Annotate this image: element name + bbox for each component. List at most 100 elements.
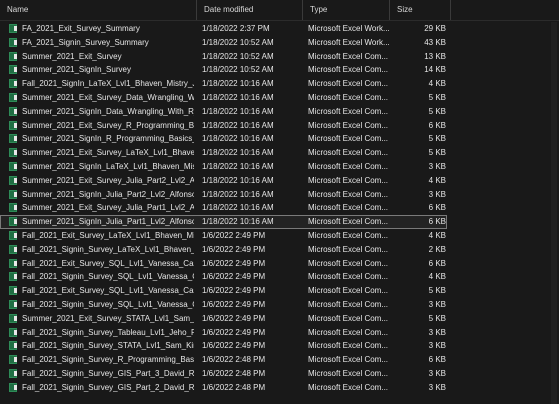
file-type: Microsoft Excel Com... — [308, 92, 389, 102]
file-size: 5 KB — [428, 313, 446, 323]
file-size: 3 KB — [428, 382, 446, 392]
file-row[interactable]: Fall_2021_Exit_Survey_SQL_Lvl1_Vanessa_C… — [0, 257, 559, 271]
excel-glyph-icon — [9, 286, 17, 296]
file-date-modified: 1/18/2022 10:16 AM — [202, 134, 274, 144]
file-type: Microsoft Excel Com... — [308, 299, 389, 309]
file-date-modified: 1/6/2022 2:49 PM — [202, 341, 266, 351]
file-type: Microsoft Excel Com... — [308, 189, 389, 199]
excel-glyph-icon — [9, 51, 17, 61]
file-name: Summer_2021_SignIn_R_Programming_Basics_… — [22, 134, 194, 144]
file-name: Fall_2021_Exit_Survey_LaTeX_Lvl1_Bhaven_… — [22, 230, 194, 240]
file-type: Microsoft Excel Com... — [308, 51, 389, 61]
column-header-type[interactable]: Type — [303, 0, 390, 20]
file-row[interactable]: Fall_2021_SignIn_LaTeX_Lvl1_Bhaven_Mistr… — [0, 77, 559, 91]
file-date-modified: 1/18/2022 10:16 AM — [202, 175, 274, 185]
file-row[interactable]: Fall_2021_Signin_Survey_R_Programming_Ba… — [0, 353, 559, 367]
excel-glyph-icon — [9, 65, 17, 75]
file-row[interactable]: Summer_2021_Exit_Survey_Julia_Part2_Lvl2… — [0, 174, 559, 188]
file-name: Fall_2021_Signin_Survey_R_Programming_Ba… — [22, 355, 194, 365]
column-header-size[interactable]: Size — [390, 0, 451, 20]
file-size: 4 KB — [428, 79, 446, 89]
file-date-modified: 1/6/2022 2:48 PM — [202, 382, 266, 392]
file-row[interactable]: FA_2021_Exit_Survey_Summary 1/18/2022 2:3… — [0, 22, 559, 36]
file-date-modified: 1/6/2022 2:49 PM — [202, 313, 266, 323]
file-row[interactable]: Fall_2021_Signin_Survey_STATA_Lvl1_Sam_K… — [0, 339, 559, 353]
file-size: 14 KB — [424, 65, 446, 75]
file-date-modified: 1/6/2022 2:48 PM — [202, 355, 266, 365]
file-name: Fall_2021_Exit_Survey_SQL_Lvl1_Vanessa_C… — [22, 258, 194, 268]
file-name: Fall_2021_Signin_Survey_LaTeX_Lvl1_Bhave… — [22, 244, 194, 254]
excel-glyph-icon — [9, 272, 17, 282]
file-row[interactable]: Summer_2021_Exit_Survey_Julia_Part1_Lvl2… — [0, 201, 559, 215]
file-row[interactable]: Summer_2021_Exit_Survey_R_Programming_Ba… — [0, 119, 559, 133]
file-name: Summer_2021_SignIn_LaTeX_Lvl1_Bhaven_Mis… — [22, 161, 194, 171]
excel-glyph-icon — [9, 217, 17, 227]
file-row[interactable]: Summer_2021_Exit_Survey_LaTeX_Lvl1_Bhave… — [0, 146, 559, 160]
excel-glyph-icon — [9, 382, 17, 392]
column-header-bar: Name Date modified Type Size — [0, 0, 559, 21]
file-row[interactable]: Fall_2021_Signin_Survey_SQL_Lvl1_Vanessa… — [0, 298, 559, 312]
file-size: 4 KB — [428, 272, 446, 282]
file-size: 5 KB — [428, 286, 446, 296]
excel-glyph-icon — [9, 106, 17, 116]
file-type: Microsoft Excel Com... — [308, 272, 389, 282]
excel-glyph-icon — [9, 258, 17, 268]
file-date-modified: 1/18/2022 10:16 AM — [202, 79, 274, 89]
file-size: 5 KB — [428, 148, 446, 158]
file-date-modified: 1/18/2022 10:16 AM — [202, 203, 274, 213]
file-row[interactable]: Fall_2021_Exit_Survey_SQL_Lvl1_Vanessa_C… — [0, 284, 559, 298]
excel-glyph-icon — [9, 92, 17, 102]
file-row[interactable]: FA_2021_Signin_Survey_Summary 1/18/2022 1… — [0, 36, 559, 50]
file-size: 6 KB — [428, 217, 446, 227]
file-date-modified: 1/18/2022 10:52 AM — [202, 65, 274, 75]
file-row[interactable]: Fall_2021_Signin_Survey_SQL_Lvl1_Vanessa… — [0, 270, 559, 284]
file-row[interactable]: Summer_2021_SignIn_Survey 1/18/2022 10:52… — [0, 63, 559, 77]
file-date-modified: 1/18/2022 10:52 AM — [202, 51, 274, 61]
file-row[interactable]: Summer_2021_SignIn_LaTeX_Lvl1_Bhaven_Mis… — [0, 160, 559, 174]
file-name: Summer_2021_Exit_Survey_LaTeX_Lvl1_Bhave… — [22, 148, 194, 158]
file-row[interactable]: Fall_2021_Signin_Survey_GIS_Part_3_David… — [0, 367, 559, 381]
file-row[interactable]: Summer_2021_Exit_Survey 1/18/2022 10:52 A… — [0, 50, 559, 64]
excel-glyph-icon — [9, 189, 17, 199]
excel-file-icon — [9, 381, 19, 397]
file-row[interactable]: Summer_2021_Exit_Survey_Data_Wrangling_W… — [0, 91, 559, 105]
file-size: 5 KB — [428, 106, 446, 116]
file-date-modified: 1/18/2022 10:16 AM — [202, 106, 274, 116]
file-type: Microsoft Excel Com... — [308, 368, 389, 378]
excel-glyph-icon — [9, 148, 17, 158]
file-type: Microsoft Excel Com... — [308, 120, 389, 130]
file-type: Microsoft Excel Com... — [308, 203, 389, 213]
file-row[interactable]: Summer_2021_Exit_Survey_STATA_Lvl1_Sam_L… — [0, 312, 559, 326]
file-row[interactable]: Fall_2021_Signin_Survey_GIS_Part_2_David… — [0, 381, 559, 395]
file-date-modified: 1/18/2022 10:16 AM — [202, 189, 274, 199]
file-name: Summer_2021_SignIn_Julia_Part2_Lvl2_Alfo… — [22, 189, 194, 199]
file-row[interactable]: Fall_2021_Signin_Survey_LaTeX_Lvl1_Bhave… — [0, 243, 559, 257]
file-size: 3 KB — [428, 299, 446, 309]
vertical-scrollbar[interactable] — [551, 22, 557, 404]
file-date-modified: 1/6/2022 2:48 PM — [202, 368, 266, 378]
file-row[interactable]: Summer_2021_SignIn_Julia_Part1_Lvl2_Alfo… — [0, 215, 447, 229]
file-row[interactable]: Summer_2021_SignIn_Julia_Part2_Lvl2_Alfo… — [0, 188, 559, 202]
file-name: Fall_2021_Signin_Survey_SQL_Lvl1_Vanessa… — [22, 272, 194, 282]
file-size: 6 KB — [428, 355, 446, 365]
column-header-date-modified[interactable]: Date modified — [197, 0, 303, 20]
file-type: Microsoft Excel Com... — [308, 161, 389, 171]
file-type: Microsoft Excel Com... — [308, 327, 389, 337]
column-header-name[interactable]: Name — [0, 0, 197, 20]
file-date-modified: 1/6/2022 2:49 PM — [202, 244, 266, 254]
file-date-modified: 1/18/2022 10:16 AM — [202, 120, 274, 130]
file-date-modified: 1/6/2022 2:49 PM — [202, 230, 266, 240]
file-row[interactable]: Summer_2021_SignIn_Data_Wrangling_With_R… — [0, 105, 559, 119]
excel-glyph-icon — [9, 230, 17, 240]
file-name: Fall_2021_Signin_Survey_GIS_Part_2_David… — [22, 382, 194, 392]
file-type: Microsoft Excel Com... — [308, 217, 389, 227]
file-row[interactable]: Summer_2021_SignIn_R_Programming_Basics_… — [0, 132, 559, 146]
file-size: 43 KB — [424, 37, 446, 47]
file-type: Microsoft Excel Com... — [308, 258, 389, 268]
file-row[interactable]: Fall_2021_Exit_Survey_LaTeX_Lvl1_Bhaven_… — [0, 229, 559, 243]
excel-glyph-icon — [9, 244, 17, 254]
file-type: Microsoft Excel Com... — [308, 382, 389, 392]
excel-glyph-icon — [9, 368, 17, 378]
file-row[interactable]: Fall_2021_Signin_Survey_Tableau_Lvl1_Jeh… — [0, 326, 559, 340]
file-size: 3 KB — [428, 341, 446, 351]
